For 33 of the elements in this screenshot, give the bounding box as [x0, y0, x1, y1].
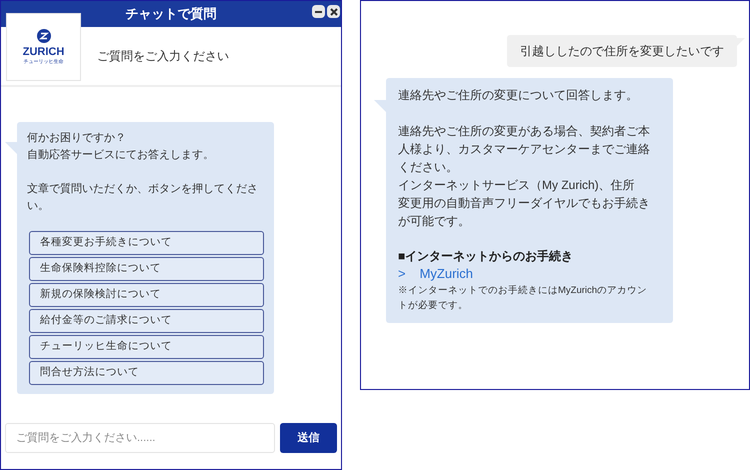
bot-reply-text: インターネットサービス（My Zurich)、住所	[398, 177, 636, 194]
account-note: トが必要です。	[398, 299, 469, 313]
bot-message-text: 文章で質問いただくか、ボタンを押してくださ	[27, 182, 259, 197]
link-arrow: >	[398, 265, 406, 283]
bot-message-text: い。	[27, 199, 50, 214]
option-button[interactable]: 生命保険料控除について	[29, 257, 264, 281]
option-button[interactable]: 各種変更お手続きについて	[29, 231, 264, 255]
option-button[interactable]: 給付金等のご請求について	[29, 309, 264, 333]
bot-reply-text: ください。	[398, 159, 459, 176]
close-button[interactable]	[327, 5, 340, 18]
send-button[interactable]: 送信	[280, 423, 337, 453]
bot-reply-text: 変更用の自動音声フリーダイヤルでもお手続き	[398, 195, 651, 212]
window-title: チャットで質問	[126, 5, 216, 24]
option-button[interactable]: 問合せ方法について	[29, 361, 264, 385]
section-heading: ■インターネットからのお手続き	[398, 248, 574, 265]
bot-message-text: 自動応答サービスにてお答えします。	[27, 148, 215, 163]
minimize-icon	[315, 10, 322, 12]
question-input[interactable]: ご質問をご入力ください......	[5, 423, 276, 453]
myzurich-link[interactable]: MyZurich	[420, 265, 474, 283]
option-button[interactable]: 新規の保険検討について	[29, 283, 264, 307]
account-note: ※インターネットでのお手続きにはMyZurichのアカウン	[398, 284, 648, 298]
bot-reply-text: 連絡先やご住所の変更について回答します。	[398, 87, 639, 104]
logo-text: ZURICH	[22, 44, 64, 58]
logo-icon	[36, 28, 50, 42]
bot-reply-text: 人様より、カスタマーケアセンターまでご連絡	[398, 141, 651, 158]
bot-reply-text: が可能です。	[398, 213, 471, 230]
option-button[interactable]: チューリッヒ生命について	[29, 335, 264, 359]
header-prompt: ご質問をご入力ください	[97, 48, 229, 65]
close-icon	[330, 8, 338, 16]
minimize-button[interactable]	[312, 5, 325, 18]
user-message: 引越ししたので住所を変更したいです	[507, 35, 737, 67]
bot-message-text: 何かお困りですか？	[27, 131, 127, 146]
bot-reply-text: 連絡先やご住所の変更がある場合、契約者ご本	[398, 123, 651, 140]
